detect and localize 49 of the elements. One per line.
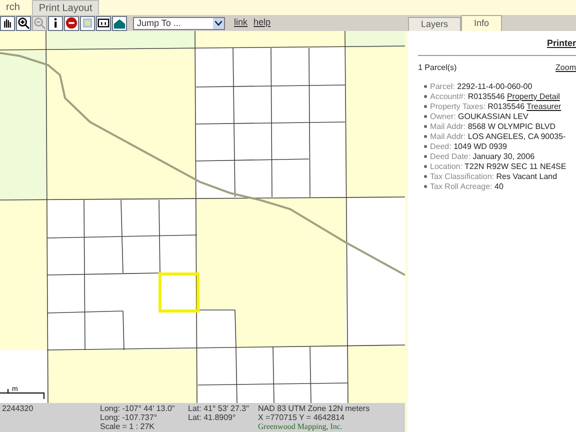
bullet-icon: [424, 85, 427, 88]
bullet-icon: [424, 155, 427, 158]
info-field: Account#: R0135546 Property Detail: [430, 92, 560, 102]
credit-text: Greenwood Mapping, Inc.: [258, 422, 342, 431]
bullet-icon: [424, 145, 427, 148]
bullet-icon: [424, 175, 427, 178]
coordinate-code: 2244320: [1, 404, 34, 415]
dropdown-arrow-icon[interactable]: [213, 18, 224, 28]
info-field: Property Taxes: R0135546 Treasurer: [430, 102, 562, 112]
bullet-icon: [424, 105, 427, 108]
status-text: Lat: 41° 53' 27.3": [188, 404, 250, 413]
info-field: Deed Date: January 30, 2006: [430, 152, 535, 162]
zoom-in-icon[interactable]: [16, 16, 31, 30]
toolbar-link[interactable]: link: [234, 16, 248, 30]
info-field: Mail Addr: 8568 W OLYMPIC BLVD: [430, 122, 556, 132]
parcel-count: 1 Parcel(s): [418, 62, 457, 74]
zoom-link[interactable]: Zoom: [556, 62, 576, 74]
panel-tab[interactable]: Layers: [408, 17, 462, 31]
status-text: X =770715 Y = 4642814: [258, 413, 344, 422]
toolbar-link[interactable]: help: [254, 16, 271, 30]
info-field: Tax Classification: Res Vacant Land: [430, 172, 558, 182]
info-field: Tax Roll Acreage: 40: [430, 182, 504, 192]
info-field: Deed: 1049 WD 0939: [430, 142, 507, 152]
stop-icon[interactable]: [64, 16, 79, 30]
info-field: Mail Addr: LOS ANGELES, CA 90035-: [430, 132, 566, 142]
status-text: Long: -107.737°: [100, 413, 158, 422]
screen-icon[interactable]: [96, 16, 111, 30]
info-field: Parcel: 2292-11-4-00-060-00: [430, 82, 532, 92]
status-text: Lat: 41.8909°: [188, 413, 237, 422]
bullet-icon: [424, 115, 427, 118]
jump-to-select[interactable]: Jump To ...: [133, 16, 225, 30]
info-icon[interactable]: [48, 16, 63, 30]
bullet-icon: [424, 185, 427, 188]
bullet-icon: [424, 95, 427, 98]
status-text: NAD 83 UTM Zone 12N meters: [258, 404, 370, 413]
bullet-icon: [424, 135, 427, 138]
info-field: Owner: GOUKASSIAN LEV: [430, 112, 528, 122]
status-text: Long: -107° 44' 13.0": [100, 404, 176, 413]
bullet-icon: [424, 125, 427, 128]
printer-link[interactable]: Printer: [546, 37, 576, 50]
bullet-icon: [424, 165, 427, 168]
home-icon[interactable]: [112, 16, 127, 30]
field-link[interactable]: Property Detail: [506, 92, 560, 100]
panel-tab[interactable]: Info: [461, 15, 502, 31]
tab[interactable]: Print Layout: [32, 0, 100, 15]
info-field: Location: T22N R92W SEC 11 NE4SE: [430, 162, 566, 172]
layers-icon[interactable]: [80, 16, 95, 30]
field-link[interactable]: Treasurer: [526, 102, 562, 110]
status-text: Scale = 1 : 27K: [100, 422, 156, 431]
